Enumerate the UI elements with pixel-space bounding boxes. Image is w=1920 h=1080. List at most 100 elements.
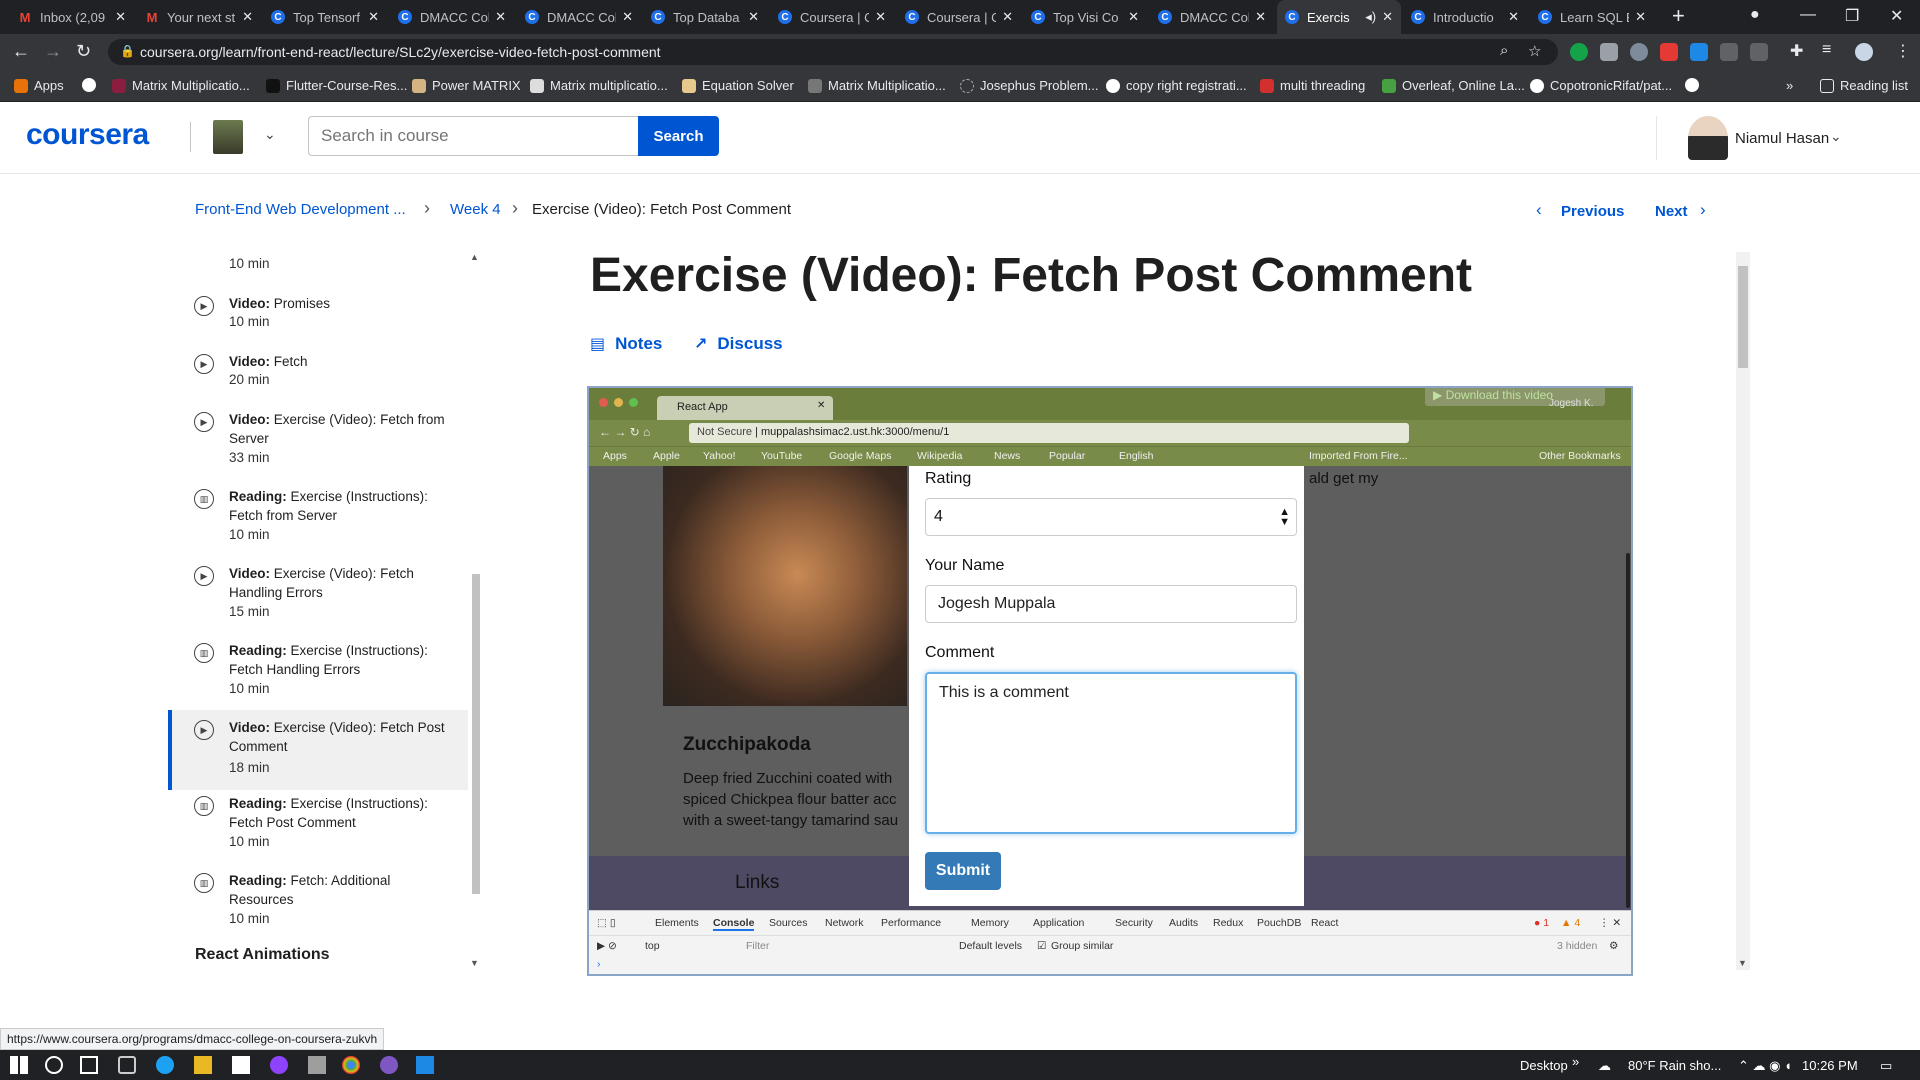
close-icon[interactable]: ✕ [1382,9,1393,25]
chevron-down-icon[interactable]: ⌄ [264,126,276,143]
close-icon[interactable]: ✕ [875,9,886,25]
profile-dot-icon[interactable]: ● [1750,6,1760,24]
messenger-icon[interactable] [270,1056,288,1074]
close-window-icon[interactable]: ✕ [1890,6,1903,26]
extension-icon[interactable] [1630,43,1648,61]
puzzle-icon[interactable]: ✚ [1790,41,1803,61]
windows-start-icon[interactable] [10,1056,28,1074]
sidebar-item-reading-fetch-handling-errors[interactable]: ▥ Reading: Exercise (Instructions): Fetc… [168,641,468,718]
sidebar-scrollbar[interactable]: ▲ ▼ [470,252,482,970]
reading-list-button[interactable]: Reading list [1820,78,1908,93]
bookmark-item[interactable]: Matrix Multiplicatio... [808,78,946,93]
grammarly-icon[interactable] [1570,43,1588,61]
maximize-icon[interactable]: ❐ [1845,6,1859,26]
notes-button[interactable]: ▤ Notes [590,334,662,354]
bookmark-item[interactable]: copy right registrati... [1106,78,1247,93]
scrollbar-thumb[interactable] [472,574,480,894]
browser-tab[interactable]: M Your next st ✕ [137,0,261,34]
weather-icon[interactable]: ☁ [1598,1058,1611,1074]
previous-button[interactable]: Previous [1561,203,1624,220]
video-player[interactable]: React App ✕ Jogesh K. ▶ Download this vi… [587,386,1633,976]
bookmark-item[interactable]: Power MATRIX [412,78,521,93]
app-icon[interactable] [380,1056,398,1074]
browser-tab[interactable]: C DMACC Col ✕ [390,0,514,34]
sidebar-item-fetch-additional-resources[interactable]: ▥ Reading: Fetch: Additional Resources 1… [168,871,468,948]
sidebar-item-fetch-post-comment[interactable]: ▶ Video: Exercise (Video): Fetch Post Co… [168,710,468,790]
breadcrumb-course[interactable]: Front-End Web Development ... [195,201,406,218]
browser-tab[interactable]: C Exercis ◂) ✕ [1277,0,1401,34]
browser-tab[interactable]: C Top Databa ✕ [643,0,767,34]
close-icon[interactable]: ✕ [1255,9,1266,25]
coursera-logo[interactable]: coursera [26,118,149,152]
browser-tab[interactable]: C Introductio ✕ [1403,0,1527,34]
browser-tab[interactable]: C Top Tensorf ✕ [263,0,387,34]
close-icon[interactable]: ✕ [242,9,253,25]
scroll-down-icon[interactable]: ▼ [1738,958,1747,968]
user-name[interactable]: Niamul Hasan [1735,130,1829,147]
chevron-down-icon[interactable]: ⌄ [1830,128,1842,145]
close-icon[interactable]: ✕ [1508,9,1519,25]
section-heading[interactable]: React Animations [195,946,330,964]
close-icon[interactable]: ✕ [622,9,633,25]
search-input[interactable] [308,116,639,156]
weather-label[interactable]: 80°F Rain sho... [1628,1058,1721,1073]
scroll-down-icon[interactable]: ▼ [470,958,479,968]
bookmark-apps[interactable]: Apps [14,78,64,93]
back-icon[interactable]: ← [12,42,30,60]
desktop-label[interactable]: Desktop [1520,1058,1568,1073]
download-video-button[interactable]: ▶ Download this video [1425,388,1605,406]
sidebar-item-reading-fetch-post-comment[interactable]: ▥ Reading: Exercise (Instructions): Fetc… [168,794,468,871]
page-scrollbar[interactable]: ▼ [1736,252,1750,970]
bookmark-item[interactable]: Josephus Problem... [960,78,1099,93]
pdf-extension-icon[interactable] [1660,43,1678,61]
vscode-icon[interactable] [416,1056,434,1074]
chevron-left-icon[interactable]: ‹ [1536,200,1542,220]
chrome-icon[interactable] [342,1056,360,1074]
sidebar-item-fetch[interactable]: ▶ Video: Fetch 20 min [168,352,468,410]
discuss-button[interactable]: ↗ Discuss [694,334,783,354]
forward-icon[interactable]: → [44,42,62,60]
close-icon[interactable]: ✕ [748,9,759,25]
browser-tab[interactable]: C Coursera | C ✕ [897,0,1021,34]
breadcrumb-week[interactable]: Week 4 [450,201,501,218]
mail-icon[interactable] [232,1056,250,1074]
avatar[interactable] [1855,43,1873,61]
bookmark-item[interactable] [1685,78,1705,92]
notification-icon[interactable]: ▭ [1880,1058,1892,1074]
sidebar-item-fetch-from-server[interactable]: ▶ Video: Exercise (Video): Fetch from Se… [168,410,468,487]
avatar[interactable] [1688,116,1728,160]
reading-queue-icon[interactable]: ≡ [1822,41,1831,59]
screenshot-icon[interactable] [1600,43,1618,61]
speaker-icon[interactable]: ◂) [1365,9,1376,25]
browser-tab[interactable]: C DMACC Col ✕ [1150,0,1274,34]
clock[interactable]: 10:26 PM [1802,1058,1858,1073]
bookmark-item[interactable]: Overleaf, Online La... [1382,78,1525,93]
close-icon[interactable]: ✕ [115,9,126,25]
app-icon[interactable] [308,1056,326,1074]
omnibox[interactable]: 🔒 coursera.org/learn/front-end-react/lec… [108,39,1558,65]
reload-icon[interactable]: ↻ [76,42,91,60]
zoom-icon[interactable]: ⌕ [1500,42,1508,59]
download-extension-icon[interactable] [1690,43,1708,61]
bookmark-star-icon[interactable]: ☆ [1528,42,1541,60]
sidebar-item-promises[interactable]: ▶ Video: Promises 10 min [168,294,468,352]
course-avatar[interactable] [213,120,243,154]
bookmark-item[interactable]: multi threading [1260,78,1365,93]
chevron-right-icon[interactable]: › [1700,200,1706,220]
search-button[interactable]: Search [638,116,719,156]
scroll-up-icon[interactable]: ▲ [470,252,479,262]
bookmark-item[interactable]: CopotronicRifat/pat... [1530,78,1672,93]
media-extension-icon[interactable] [1720,43,1738,61]
browser-tab[interactable]: C DMACC Col ✕ [517,0,641,34]
scrollbar-thumb[interactable] [1738,266,1748,368]
close-icon[interactable]: ✕ [368,9,379,25]
bookmark-item[interactable] [82,78,102,92]
close-icon[interactable]: ✕ [1128,9,1139,25]
url-text[interactable]: coursera.org/learn/front-end-react/lectu… [140,44,661,60]
pen-extension-icon[interactable] [1750,43,1768,61]
browser-tab[interactable]: C Coursera | C ✕ [770,0,894,34]
new-tab-button[interactable]: + [1672,5,1685,27]
bookmark-item[interactable]: Matrix multiplicatio... [530,78,668,93]
chevron-up-icon[interactable]: » [1572,1054,1579,1069]
bookmark-item[interactable]: Equation Solver [682,78,794,93]
